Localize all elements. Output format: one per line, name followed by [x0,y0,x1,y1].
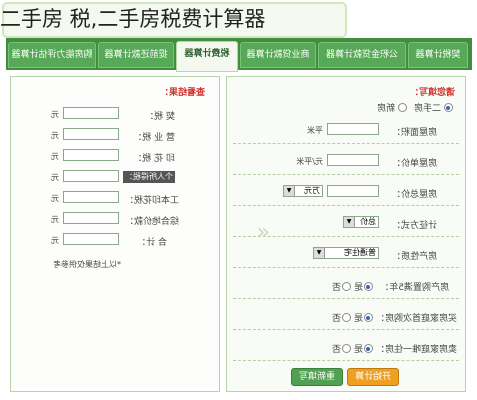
business-tax-label: 营 业 税： [133,133,175,143]
calc-method-label: 计征方式： [391,221,437,231]
tab-prepayment[interactable]: 提前还款计算器 [98,42,174,68]
total-result-unit: 元 [51,236,59,245]
tab-bar: 契税计算器 公积金贷款计算器 商业贷款计算器 税费计算器 提前还款计算器 购房能… [6,38,472,72]
total-unit-select[interactable]: 万元 ▼ [283,185,323,197]
result-note: *以上结果仅供参考 [53,260,121,269]
q3-radio-yes[interactable] [364,344,373,353]
property-label: 房产性质： [391,252,437,262]
cost-stamp-tax-unit: 元 [51,194,59,203]
cost-stamp-tax-label: 工本印花税： [124,196,179,206]
tab-fund-loan[interactable]: 公积金贷款计算器 [318,42,406,68]
tab-deed-tax[interactable]: 契税计算器 [408,42,468,68]
q1-radio-yes[interactable] [364,282,373,291]
q2-radio-yes[interactable] [364,313,373,322]
tab-commercial-loan[interactable]: 商业贷款计算器 [240,42,316,68]
reset-button[interactable]: 重新填写 [291,368,343,386]
form-title: 请您填写： [409,88,455,98]
total-input[interactable] [327,185,379,197]
deed-tax-output [63,107,119,119]
area-unit: 平米 [307,126,323,135]
divider [233,143,459,144]
divider [233,298,459,299]
land-price-unit: 元 [51,215,59,224]
result-panel: 查看结果： 契 税： 元 营 业 税： 元 印 花 税： 元 个人所得税： 元 … [10,76,220,392]
double-chevron-icon: « [256,220,270,245]
area-input[interactable] [327,123,379,135]
business-tax-unit: 元 [51,131,59,140]
q2-no-label: 否 [331,314,341,324]
result-title: 查看结果： [159,88,205,98]
divider [233,205,459,206]
page-title: 二手房 税,二手房税费计算器 [0,7,266,31]
chevron-down-icon: ▼ [344,217,355,227]
divider [233,174,459,175]
radio-second-hand[interactable] [444,103,453,112]
tab-affordability[interactable]: 购房能力评估计算器 [8,42,96,68]
q3-yes-label: 是 [353,345,363,355]
income-tax-label: 个人所得税： [123,171,175,183]
q3-no-label: 否 [331,345,341,355]
q2-label: 买房家庭首次购房： [375,314,457,324]
price-unit: 元/平米 [296,157,323,166]
chevron-down-icon: ▼ [284,186,295,196]
calc-method-value: 总价 [360,217,376,226]
q3-radio-no[interactable] [342,344,351,353]
income-tax-unit: 元 [51,173,59,182]
radio-label-second-hand: 二手房 [413,104,441,114]
price-label: 房屋单价： [391,159,437,169]
area-label: 房屋面积： [391,128,437,138]
total-result-label: 合 计： [137,238,167,248]
q2-radio-no[interactable] [342,313,351,322]
radio-label-new-house: 新房 [376,104,395,114]
deed-tax-label: 契 税： [145,112,175,122]
business-tax-output [63,128,119,140]
radio-new-house[interactable] [398,103,407,112]
q3-label: 卖房家庭唯一住房： [375,345,457,355]
q1-radio-no[interactable] [342,282,351,291]
stamp-tax-output [63,149,119,161]
stamp-tax-label: 印 花 税： [133,154,175,164]
chevron-down-icon: ▼ [314,248,325,258]
cost-stamp-tax-output [63,191,119,203]
calculator-screenshot: 契税计算器 公积金贷款计算器 商业贷款计算器 税费计算器 提前还款计算器 购房能… [6,38,472,394]
q1-label: 房产购置满5年： [380,283,449,293]
income-tax-output [63,170,119,182]
divider [233,267,459,268]
property-select[interactable]: 普通住宅 ▼ [313,247,379,259]
price-input[interactable] [327,154,379,166]
q1-no-label: 否 [331,283,341,293]
land-price-label: 综合地价款： [124,217,179,227]
calculate-button[interactable]: 开始计算 [347,368,399,386]
land-price-output [63,212,119,224]
divider [233,329,459,330]
calc-method-select[interactable]: 总价 ▼ [343,216,379,228]
q2-yes-label: 是 [353,314,363,324]
stamp-tax-unit: 元 [51,152,59,161]
total-label: 房屋总价： [391,190,437,200]
total-result-output [63,233,119,245]
divider [233,360,459,361]
property-value: 普通住宅 [344,248,376,257]
total-unit-value: 万元 [304,186,320,195]
q1-yes-label: 是 [353,283,363,293]
tab-tax-fee[interactable]: 税费计算器 [176,41,238,72]
deed-tax-unit: 元 [51,110,59,119]
